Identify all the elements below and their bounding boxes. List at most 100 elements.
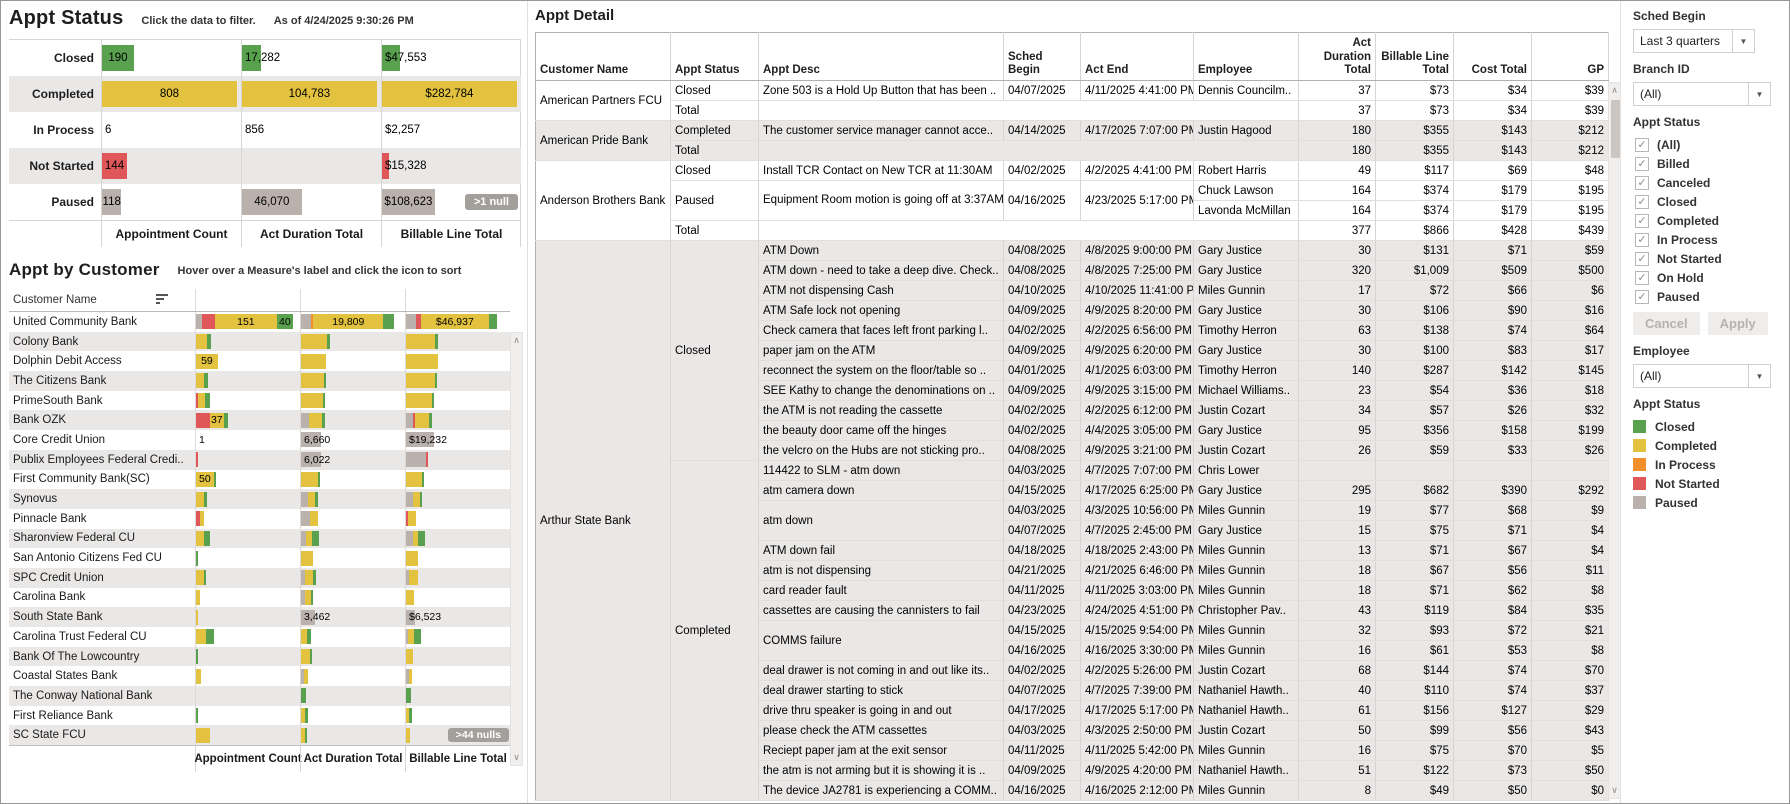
customer-bar-cell[interactable] [405,627,510,647]
bar-segment[interactable] [196,570,204,585]
bar-segment[interactable] [301,413,309,428]
customer-bar-cell[interactable] [195,548,300,568]
customer-name[interactable]: The Conway National Bank [9,686,195,706]
bar-segment[interactable] [301,393,323,408]
customer-bar-cell[interactable]: 3,462 [300,607,405,627]
bar-segment[interactable] [435,373,437,388]
checkbox-checked-icon[interactable]: ✓ [1635,195,1649,209]
scrollbar-thumb[interactable] [1611,100,1620,158]
measure-axis-label[interactable]: Act Duration Total [241,221,381,247]
customer-bar-cell[interactable] [300,509,405,529]
status-bar-cell[interactable]: 856 [241,112,381,148]
bar-segment[interactable] [198,393,205,408]
employee-dropdown[interactable]: (All) ▼ [1633,364,1771,388]
status-bar-cell[interactable]: 118 [101,184,241,220]
status-filter-option[interactable]: ✓In Process [1635,230,1779,249]
bar-segment[interactable] [301,492,308,507]
customer-bar-cell[interactable] [195,450,300,470]
customer-name[interactable]: San Antonio Citizens Fed CU [9,548,195,568]
bar-segment[interactable] [426,452,428,467]
bar-segment[interactable] [224,413,228,428]
customer-bar-cell[interactable] [195,588,300,608]
customer-bar-cell[interactable]: $46,937 [405,312,510,332]
detail-row[interactable]: Completed114422 to SLM - atm down04/03/2… [536,461,1609,481]
bar-segment[interactable] [196,728,210,743]
customer-bar-cell[interactable] [195,627,300,647]
detail-column-header[interactable]: Act End [1081,33,1194,81]
bar-segment[interactable] [301,373,324,388]
customer-bar-cell[interactable] [195,391,300,411]
bar-segment[interactable] [305,728,307,743]
bar-segment[interactable]: 151 [215,314,277,329]
customer-bar-cell[interactable]: 50 [195,470,300,490]
customer-name[interactable]: The Citizens Bank [9,371,195,391]
bar-segment[interactable] [196,452,198,467]
customer-bar-cell[interactable] [405,410,510,430]
customer-bar-cell[interactable] [195,647,300,667]
customer-bar-cell[interactable] [405,666,510,686]
status-filter-option[interactable]: ✓Completed [1635,211,1779,230]
customer-bar-cell[interactable] [195,371,300,391]
sched-begin-dropdown[interactable]: Last 3 quarters ▼ [1633,29,1755,53]
customer-name[interactable]: PrimeSouth Bank [9,391,195,411]
bar-segment[interactable] [196,649,198,664]
customer-bar-cell[interactable] [195,509,300,529]
customer-bar-cell[interactable]: 19,809 [300,312,405,332]
customer-bar-cell[interactable] [300,666,405,686]
checkbox-checked-icon[interactable]: ✓ [1635,271,1649,285]
customer-name[interactable]: Carolina Trust Federal CU [9,627,195,647]
bar-segment[interactable] [406,334,435,349]
legend-item[interactable]: In Process [1633,455,1779,474]
customer-bar-cell[interactable] [405,391,510,411]
bar-segment[interactable]: 104,783 [242,81,377,107]
bar-segment[interactable]: $46,937 [421,314,490,329]
bar-segment[interactable]: 40 [277,314,293,329]
bar-segment[interactable] [196,492,204,507]
bar-segment[interactable] [196,334,207,349]
customer-name[interactable]: Bank Of The Lowcountry [9,647,195,667]
customer-bar-cell[interactable] [195,332,300,352]
detail-column-header[interactable]: Act Duration Total [1299,33,1376,81]
bar-segment[interactable] [200,511,204,526]
bar-segment[interactable] [305,570,313,585]
bar-segment[interactable] [415,413,429,428]
bar-segment[interactable] [432,393,434,408]
detail-row[interactable]: Arthur State BankClosedATM Down04/08/202… [536,241,1609,261]
bar-segment[interactable] [207,334,210,349]
bar-segment[interactable] [409,669,412,684]
customer-bar-cell[interactable] [300,470,405,490]
status-bar-cell[interactable]: $108,623>1 null [381,184,521,220]
customer-bar-cell[interactable] [405,509,510,529]
customer-bar-cell[interactable] [195,529,300,549]
bar-segment[interactable] [406,590,414,605]
status-filter-option[interactable]: ✓Billed [1635,154,1779,173]
apply-button[interactable]: Apply [1708,312,1768,335]
bar-segment[interactable] [311,590,313,605]
status-filter-option[interactable]: ✓On Hold [1635,268,1779,287]
bar-segment[interactable] [204,492,207,507]
customer-name[interactable]: Bank OZK [9,410,195,430]
legend-item[interactable]: Closed [1633,417,1779,436]
chevron-down-icon[interactable]: ▼ [1732,30,1754,52]
status-bar-cell[interactable] [241,148,381,184]
customer-name[interactable]: South State Bank [9,607,195,627]
measure-axis-label[interactable]: Act Duration Total [300,746,405,772]
bar-segment[interactable] [406,728,410,743]
status-bar-cell[interactable]: 190 [101,40,241,76]
status-bar-cell[interactable]: $15,328 [381,148,521,184]
status-bar-cell[interactable]: $2,257 [381,112,521,148]
bar-segment[interactable] [406,531,413,546]
bar-segment[interactable] [327,334,330,349]
scroll-up-icon[interactable]: ∧ [513,333,520,348]
bar-segment[interactable] [313,570,315,585]
null-indicator-pill[interactable]: >1 null [465,194,518,210]
bar-segment[interactable] [420,492,422,507]
customer-name[interactable]: Publix Employees Federal Credi.. [9,450,195,470]
bar-segment[interactable] [304,669,308,684]
detail-column-header[interactable]: Billable Line Total [1376,33,1454,81]
sort-icon[interactable] [156,294,169,306]
bar-segment[interactable] [489,314,497,329]
null-indicator-pill[interactable]: >44 nulls [448,728,509,742]
customer-bar-cell[interactable]: $19,232 [405,430,510,450]
customer-name[interactable]: Coastal States Bank [9,666,195,686]
